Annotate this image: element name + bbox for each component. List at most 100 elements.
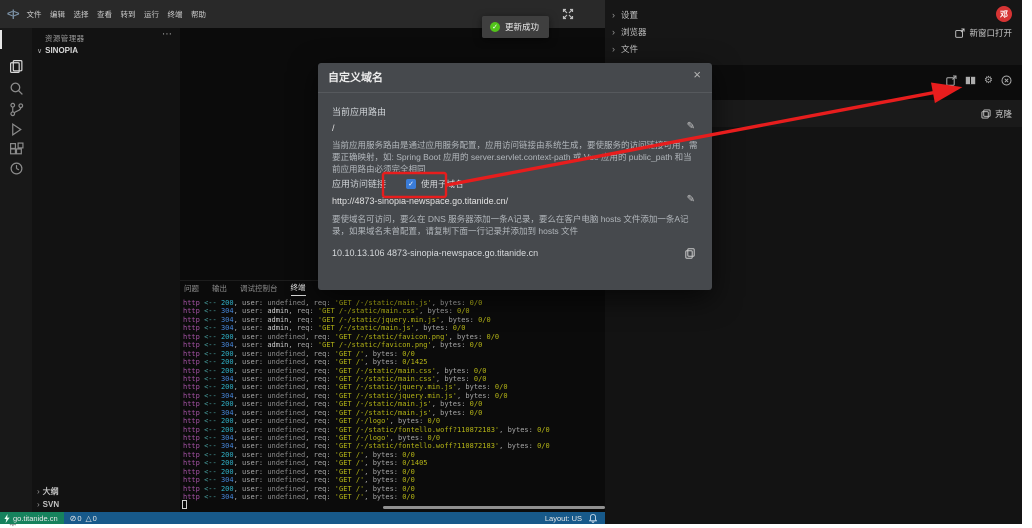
access-url: http://4873-sinopia-newspace.go.titanide… <box>332 196 508 206</box>
keyboard-layout-status[interactable]: Layout: US <box>545 514 582 523</box>
menu-item[interactable]: 查看 <box>97 9 112 20</box>
project-name: SINOPIA <box>45 46 78 55</box>
access-link-row: 应用访问链接 ✓ 使用子域名 <box>332 177 464 190</box>
remote-indicator[interactable]: go.titanide.cn <box>0 512 64 524</box>
chevron-right-icon: › <box>612 44 615 54</box>
terminal-log-line: http <-- 200, user: undefined, req: 'GET… <box>183 451 550 459</box>
terminal-log-line: http <-- 200, user: undefined, req: 'GET… <box>183 333 550 341</box>
dns-description: 要使域名可访问，要么在 DNS 服务器添加一条A记录，要么在客户电脑 hosts… <box>332 213 698 237</box>
panel-tab[interactable]: 调试控制台 <box>240 283 278 296</box>
terminal-log-line: http <-- 200, user: undefined, req: 'GET… <box>183 485 550 493</box>
chevron-right-icon: › <box>612 10 615 20</box>
close-icon[interactable]: × <box>693 67 701 82</box>
use-subdomain-label: 使用子域名 <box>421 178 464 190</box>
menu-item[interactable]: 帮助 <box>191 9 206 20</box>
activity-bar: ⚙ <box>0 28 32 512</box>
toast-message: 更新成功 <box>505 21 539 33</box>
terminal-output: http <-- 200, user: undefined, req: 'GET… <box>183 299 550 502</box>
clone-label: 克隆 <box>995 108 1012 120</box>
section-label: 大纲 <box>43 487 59 496</box>
menu-item[interactable]: 文件 <box>26 9 41 20</box>
menu-item[interactable]: 选择 <box>73 9 88 20</box>
chevron-down-icon: ∨ <box>37 48 42 55</box>
success-check-icon: ✓ <box>490 22 500 32</box>
project-tree-item[interactable]: ∨SINOPIA <box>37 46 78 55</box>
panel-tab[interactable]: 终端 <box>291 282 306 296</box>
terminal-log-line: http <-- 200, user: undefined, req: 'GET… <box>183 459 550 467</box>
warning-icon: △ <box>86 514 92 523</box>
terminal-log-line: http <-- 304, user: undefined, req: 'GET… <box>183 442 550 450</box>
custom-domain-dialog: 自定义域名 × 当前应用路由 / ✎ 当前应用服务路由是通过应用服务配置，应用访… <box>318 63 712 290</box>
problems-status[interactable]: ⊘ 0 △ 0 <box>70 514 101 523</box>
clone-icon <box>981 109 991 119</box>
chevron-right-icon: › <box>37 487 40 496</box>
external-link-icon[interactable] <box>946 75 957 86</box>
menu-bar: 文件编辑选择查看转到运行终端帮助 <box>26 9 214 20</box>
error-icon: ⊘ <box>70 514 77 523</box>
copy-icon[interactable] <box>685 246 695 264</box>
terminal-log-line: http <-- 304, user: undefined, req: 'GET… <box>183 409 550 417</box>
collapse-panel-icon[interactable] <box>561 7 575 21</box>
edit-route-icon[interactable]: ✎ <box>687 121 695 132</box>
error-count: 0 <box>77 514 81 523</box>
terminal-log-line: http <-- 304, user: undefined, req: 'GET… <box>183 493 550 501</box>
split-view-icon[interactable] <box>965 75 976 86</box>
explorer-sidebar: 资源管理器 ⋯ ∨SINOPIA ›大纲 ›SVN <box>32 28 180 512</box>
open-new-window-icon <box>955 28 965 38</box>
user-avatar[interactable]: 邓 <box>996 6 1012 22</box>
route-label: 当前应用路由 <box>332 105 386 118</box>
open-new-window-label: 新窗口打开 <box>969 27 1012 39</box>
right-panel-section[interactable]: › 设置 <box>605 6 1022 23</box>
panel-tab[interactable]: 问题 <box>184 283 199 296</box>
chevron-right-icon: › <box>37 500 40 509</box>
search-icon[interactable] <box>9 81 24 96</box>
close-circle-icon[interactable] <box>1001 75 1012 86</box>
section-label: 浏览器 <box>621 26 647 38</box>
timer-icon[interactable] <box>9 161 24 176</box>
menu-item[interactable]: 运行 <box>144 9 159 20</box>
explorer-icon[interactable] <box>9 59 24 74</box>
edit-url-icon[interactable]: ✎ <box>687 194 695 205</box>
status-bar: go.titanide.cn ⊘ 0 △ 0 Layout: US <box>0 512 605 524</box>
terminal-log-line: http <-- 200, user: undefined, req: 'GET… <box>183 417 550 425</box>
route-description: 当前应用服务路由是通过应用服务配置，应用访问链接由系统生成，要使服务的访问链接可… <box>332 139 698 175</box>
sidebar-section-svn[interactable]: ›SVN <box>37 500 59 509</box>
screenshot-root: <|> 文件编辑选择查看转到运行终端帮助 <box>0 0 1032 528</box>
terminal-log-line: http <-- 200, user: undefined, req: 'GET… <box>183 350 550 358</box>
right-panel-section[interactable]: › 文件 <box>605 40 1022 57</box>
gear-icon[interactable]: ⚙ <box>984 75 993 86</box>
section-label: SVN <box>43 500 59 509</box>
success-toast: ✓ 更新成功 <box>482 16 549 38</box>
terminal-log-line: http <-- 304, user: undefined, req: 'GET… <box>183 375 550 383</box>
use-subdomain-checkbox[interactable]: ✓ <box>406 179 416 189</box>
hosts-record: 10.10.13.106 4873-sinopia-newspace.go.ti… <box>332 248 538 258</box>
section-label: 文件 <box>621 43 638 55</box>
terminal-log-line: http <-- 304, user: undefined, req: 'GET… <box>183 392 550 400</box>
open-new-window-button[interactable]: 新窗口打开 <box>955 27 1012 39</box>
access-link-label: 应用访问链接 <box>332 177 386 190</box>
active-view-indicator <box>0 30 2 49</box>
panel-tab[interactable]: 输出 <box>212 283 227 296</box>
run-debug-icon[interactable] <box>9 122 24 137</box>
terminal-log-line: http <-- 304, user: admin, req: 'GET /-/… <box>183 316 550 324</box>
terminal-log-line: http <-- 200, user: undefined, req: 'GET… <box>183 383 550 391</box>
terminal-log-line: http <-- 200, user: undefined, req: 'GET… <box>183 426 550 434</box>
route-value: / <box>332 123 335 133</box>
section-label: 设置 <box>621 9 638 21</box>
lightning-icon <box>4 514 10 523</box>
terminal-log-line: http <-- 200, user: undefined, req: 'GET… <box>183 358 550 366</box>
sidebar-section-outline[interactable]: ›大纲 <box>37 486 59 497</box>
notifications-bell-icon[interactable] <box>589 514 597 523</box>
terminal-log-line: http <-- 200, user: undefined, req: 'GET… <box>183 468 550 476</box>
menu-item[interactable]: 编辑 <box>50 9 65 20</box>
terminal-log-line: http <-- 304, user: admin, req: 'GET /-/… <box>183 307 550 315</box>
menu-item[interactable]: 终端 <box>167 9 182 20</box>
source-control-icon[interactable] <box>9 102 24 117</box>
more-actions-icon[interactable]: ⋯ <box>162 29 172 40</box>
terminal-hscrollbar[interactable] <box>383 506 605 509</box>
menu-item[interactable]: 转到 <box>120 9 135 20</box>
terminal-log-line: http <-- 200, user: undefined, req: 'GET… <box>183 367 550 375</box>
terminal-log-line: http <-- 304, user: admin, req: 'GET /-/… <box>183 341 550 349</box>
extensions-icon[interactable] <box>9 142 24 157</box>
app-logo-icon: <|> <box>7 9 18 20</box>
